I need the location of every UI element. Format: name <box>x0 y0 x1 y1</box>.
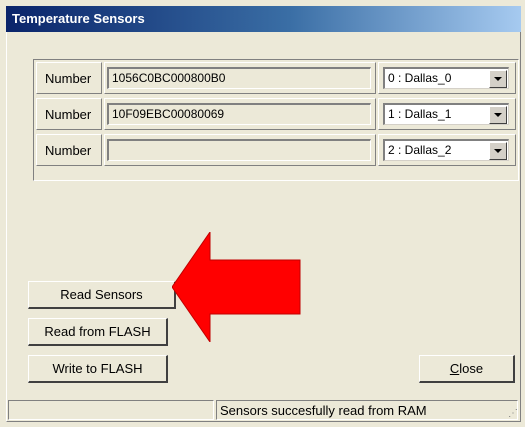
sensor-select-value: 2 : Dallas_2 <box>388 143 452 157</box>
sensor-id-value: 10F09EBC00080069 <box>112 107 225 121</box>
number-label: Number <box>45 71 92 86</box>
sensor-row: Number 2 : Dallas_2 <box>34 132 518 168</box>
sensor-id-cell: 1056C0BC000800B0 <box>104 62 376 94</box>
window-title: Temperature Sensors <box>12 11 145 26</box>
title-bar: Temperature Sensors <box>6 6 521 32</box>
number-label: Number <box>45 143 92 158</box>
resize-grip-icon[interactable]: ⋰ <box>508 408 518 419</box>
sensor-select-value: 1 : Dallas_1 <box>388 107 452 121</box>
arrow-left-icon <box>172 232 301 342</box>
status-message-pane: Sensors succesfully read from RAM <box>216 400 518 420</box>
status-message: Sensors succesfully read from RAM <box>220 403 427 418</box>
sensor-id-field[interactable]: 1056C0BC000800B0 <box>107 67 371 89</box>
close-button-rest: lose <box>459 361 484 376</box>
status-left-pane <box>8 400 214 420</box>
status-bar: Sensors succesfully read from RAM ⋰ <box>6 398 521 422</box>
number-label-cell: Number <box>36 62 102 94</box>
sensor-select-cell: 1 : Dallas_1 <box>378 98 516 130</box>
sensor-select-value: 0 : Dallas_0 <box>388 71 452 85</box>
chevron-down-icon[interactable] <box>489 142 507 160</box>
sensor-grid: Number 1056C0BC000800B0 0 : Dallas_0 Num… <box>33 59 519 181</box>
sensor-row: Number 1056C0BC000800B0 0 : Dallas_0 <box>34 60 518 96</box>
read-sensors-button[interactable]: Read Sensors <box>28 281 176 309</box>
number-label-cell: Number <box>36 98 102 130</box>
sensor-select[interactable]: 2 : Dallas_2 <box>383 139 509 161</box>
read-from-flash-button[interactable]: Read from FLASH <box>28 318 168 346</box>
sensor-select-cell: 0 : Dallas_0 <box>378 62 516 94</box>
sensor-id-value: 1056C0BC000800B0 <box>112 71 226 85</box>
sensor-id-field[interactable]: 10F09EBC00080069 <box>107 103 371 125</box>
number-label: Number <box>45 107 92 122</box>
chevron-down-icon[interactable] <box>489 70 507 88</box>
sensor-select[interactable]: 0 : Dallas_0 <box>383 67 509 89</box>
sensor-select-cell: 2 : Dallas_2 <box>378 134 516 166</box>
chevron-down-icon[interactable] <box>489 106 507 124</box>
sensor-id-cell <box>104 134 376 166</box>
sensor-select[interactable]: 1 : Dallas_1 <box>383 103 509 125</box>
sensor-id-field[interactable] <box>107 139 371 161</box>
write-to-flash-button[interactable]: Write to FLASH <box>28 355 168 383</box>
sensor-row: Number 10F09EBC00080069 1 : Dallas_1 <box>34 96 518 132</box>
close-button-mnemonic: C <box>449 361 460 376</box>
number-label-cell: Number <box>36 134 102 166</box>
sensor-id-cell: 10F09EBC00080069 <box>104 98 376 130</box>
close-button[interactable]: Close <box>419 355 515 383</box>
